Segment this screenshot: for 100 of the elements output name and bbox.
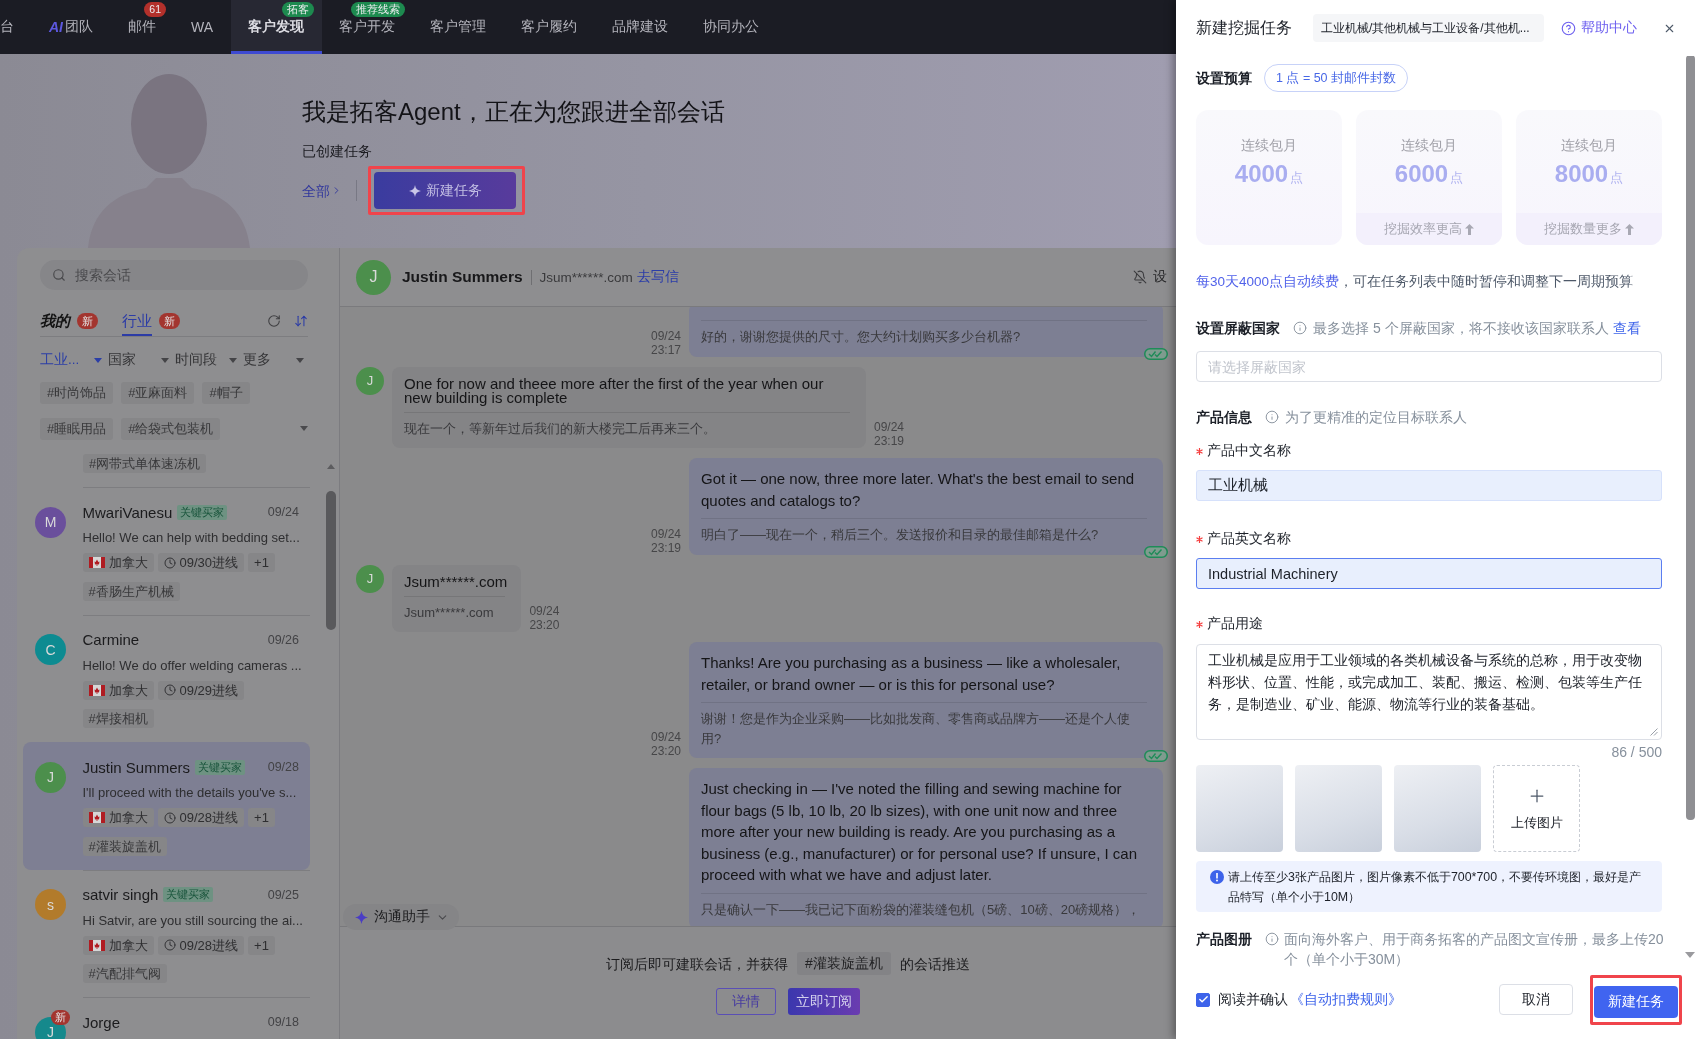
topic-chip: #网带式单体速冻机 (83, 454, 207, 473)
section-label: 设置屏蔽国家 (1196, 319, 1280, 337)
text-field[interactable]: 工业机械 (1196, 470, 1662, 501)
scrollbar-thumb[interactable] (1685, 56, 1695, 820)
tag-chip[interactable]: #亚麻面料 (121, 382, 195, 404)
section-label: 产品图册 (1196, 930, 1252, 949)
tag-chip[interactable]: #睡眠用品 (40, 418, 114, 440)
conversation-item[interactable]: M MwariVanesu 关键买家 09/24 Hello! We can help with bedding set... 加拿大 09/30进线 +1 #香肠生产机械 (23, 487, 310, 615)
label-badge: 拓客 (282, 2, 315, 17)
new-badge: 新 (77, 312, 98, 329)
filter-dropdown[interactable]: 时间段 (175, 350, 241, 370)
nav-tab[interactable]: 客户履约 (503, 0, 595, 54)
key-buyer-tag: 关键买家 (177, 504, 228, 520)
message-time: 23:20 (650, 744, 681, 758)
sort-icon[interactable] (294, 313, 308, 328)
clock-icon (163, 684, 176, 696)
flag-icon (88, 684, 105, 696)
clock-icon (163, 811, 176, 824)
country-name: 加拿大 (108, 554, 148, 572)
usage-textarea[interactable]: 工业机械是应用于工业领域的各类机械设备与系统的总称，用于改变物料形状、位置、性能，或完成加工、装配、搬运、检测、包装等生产任务，是制造业、矿业、能源、物流等行业的装备基础。 (1196, 644, 1662, 740)
plan-unit: 点 (1290, 169, 1304, 187)
caret-down-icon (93, 357, 102, 363)
plan-unit: 点 (1450, 169, 1464, 187)
agree-checkbox[interactable] (1196, 992, 1210, 1007)
filter-dropdown[interactable]: 更多 (242, 350, 308, 370)
scroll-down-arrow-icon[interactable] (1685, 952, 1695, 958)
all-tasks-link[interactable]: 全部 (302, 180, 342, 201)
scroll-up-arrow-icon[interactable] (327, 464, 335, 469)
message-date: 09/24 (650, 328, 681, 343)
arrow-up-icon (1625, 223, 1634, 235)
new-badge: 新 (51, 1009, 70, 1025)
message-time: 23:19 (874, 434, 905, 448)
section-subtitle: 已创建任务 (302, 142, 372, 161)
info-icon (1265, 410, 1279, 424)
action-label[interactable]: 设 (1153, 268, 1167, 286)
plan-caption: 连续包月 (1401, 137, 1457, 155)
field-label: 产品英文名称 (1207, 530, 1291, 548)
count-badge: 61 (144, 2, 166, 17)
conversation-item[interactable]: J 新 Jorge 09/18 (23, 997, 310, 1039)
field-hint: 面向海外客户、用于商务拓客的产品图文宣传册，最多上传20个（单个小于30M） (1284, 930, 1665, 969)
topic-chip: #灌装旋盖机 (82, 836, 167, 856)
assistant-button[interactable]: 沟通助手 (343, 904, 459, 930)
plan-amount: 6000 (1394, 159, 1449, 189)
conversation-item[interactable]: s satvir singh 关键买家 09/25 Hi Satvir, are you still sourcing the ai... 加拿大 09/28进线 +1 #汽配排气阀 (23, 869, 310, 997)
nav-tab[interactable]: 客户管理 (412, 0, 504, 54)
subscribe-button[interactable]: 立即订阅 (788, 988, 860, 1015)
message-date: 09/24 (650, 526, 681, 541)
help-link[interactable]: 帮助中心 (1560, 19, 1637, 37)
category-tab[interactable]: 我的 (40, 310, 70, 336)
contact-email: Jsum******.com (539, 269, 633, 285)
details-button[interactable]: 详情 (716, 988, 776, 1015)
nav-tab[interactable]: 台 (0, 0, 32, 54)
country-select-field[interactable]: 请选择屏蔽国家 (1196, 351, 1662, 382)
filter-dropdown[interactable]: 国家 (107, 350, 173, 370)
expand-caret-icon[interactable] (300, 426, 308, 431)
nav-tab[interactable]: AI 团队 (31, 0, 111, 54)
tag-chip[interactable]: #给袋式包装机 (121, 418, 221, 440)
info-icon (1293, 321, 1307, 335)
nav-tab[interactable]: 协同办公 (685, 0, 777, 54)
refresh-icon[interactable] (267, 313, 281, 328)
new-badge: 新 (159, 312, 180, 329)
field-label: 产品中文名称 (1207, 442, 1291, 460)
entry-date: 09/28进线 (179, 809, 239, 827)
contact-name: Jorge (82, 1013, 121, 1031)
resize-handle-icon[interactable] (1650, 728, 1658, 736)
char-counter: 86 / 500 (1611, 744, 1662, 760)
message-translation: 好的，谢谢您提供的尺寸。您大约计划购买多少台机器? (701, 320, 1147, 347)
tag-chip[interactable]: #帽子 (202, 382, 250, 404)
rules-link[interactable]: 《自动扣费规则》 (1290, 990, 1402, 1009)
conversation-date: 09/25 (267, 887, 299, 902)
label-badge: 推荐线索 (351, 2, 406, 17)
bell-off-icon[interactable] (1133, 270, 1147, 284)
message-preview: Hello! We can help with bedding set... (82, 529, 300, 547)
plan-amount: 4000 (1234, 159, 1289, 189)
conversation-date: 09/24 (267, 505, 299, 519)
new-task-button[interactable]: 新建任务 (374, 172, 516, 209)
subscribe-prompt: 订阅后即可建联会话，并获得 (606, 954, 789, 974)
contact-name: Justin Summers (82, 758, 191, 776)
text-field[interactable]: Industrial Machinery (1196, 558, 1662, 589)
nav-tab[interactable]: 品牌建设 (594, 0, 686, 54)
view-link[interactable]: 查看 (1612, 319, 1641, 337)
upload-button[interactable]: 上传图片 (1493, 765, 1580, 852)
search-field[interactable]: 搜索会话 (40, 260, 308, 290)
conversation-item[interactable]: J Justin Summers 关键买家 09/28 I'll proceed with the details you've s... 加拿大 09/28进线 +1 #灌装旋盖机 (23, 742, 310, 870)
topic-chip: #焊接相机 (82, 709, 154, 728)
conversation-date: 09/28 (267, 760, 299, 774)
write-email-link[interactable]: 去写信 (636, 268, 679, 286)
section-label: 产品信息 (1196, 408, 1252, 426)
tag-chip[interactable]: #时尚饰品 (40, 382, 114, 404)
message-translation: 谢谢！您是作为企业采购——比如批发商、零售商或品牌方——还是个人使用? (701, 702, 1147, 748)
submit-button[interactable]: 新建任务 (1594, 985, 1678, 1018)
cancel-button[interactable]: 取消 (1499, 984, 1573, 1015)
category-tab[interactable]: 行业 (122, 310, 152, 336)
scrollbar-thumb[interactable] (326, 491, 336, 630)
key-buyer-tag: 关键买家 (195, 759, 246, 775)
nav-tab[interactable]: WA (173, 0, 231, 54)
clock-icon (163, 939, 176, 951)
filter-dropdown[interactable]: 工业... (40, 350, 106, 370)
conversation-item[interactable]: C Carmine 09/26 Hello! We do offer welding cameras ... 加拿大 09/29进线 #焊接相机 (23, 614, 310, 742)
agree-text: 阅读并确认 (1218, 990, 1288, 1009)
